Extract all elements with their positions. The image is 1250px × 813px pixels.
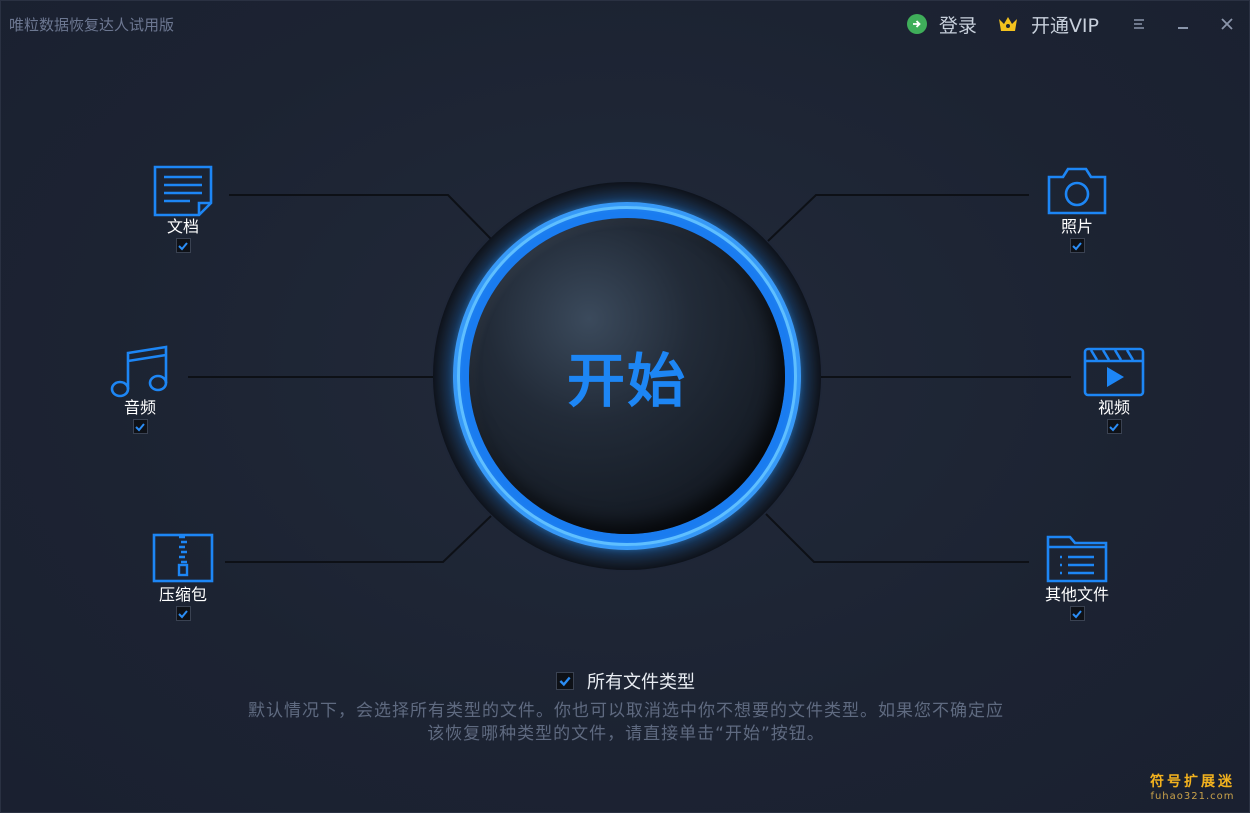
all-types-option[interactable]: 所有文件类型 (556, 668, 695, 694)
close-button[interactable] (1205, 1, 1249, 47)
filetype-other-label: 其他文件 (1044, 585, 1109, 604)
checkmark-icon (178, 241, 188, 250)
vip-label: 开通VIP (1030, 14, 1099, 37)
folder-icon (1045, 532, 1109, 586)
watermark: 符号扩展迷 fuhao321.com (1150, 771, 1235, 802)
minimize-button[interactable] (1161, 1, 1205, 47)
filetype-photo-label: 照片 (1060, 217, 1093, 236)
checkmark-icon (1072, 609, 1082, 618)
minimize-icon (1178, 27, 1188, 29)
checkmark-icon (135, 422, 145, 431)
menu-icon (1134, 19, 1144, 29)
checkmark-icon (178, 609, 188, 618)
filetype-audio-checkbox[interactable] (132, 419, 148, 434)
checkmark-icon (559, 676, 571, 687)
checkmark-icon (1109, 422, 1119, 431)
zip-archive-icon (151, 532, 215, 586)
checkmark-icon (1072, 241, 1082, 250)
filetype-video[interactable]: 视频 (1069, 345, 1159, 434)
app-window: 唯粒数据恢复达人试用版 登录 开通VIP 开始 文档 音频 压缩包 照片 视频 … (0, 0, 1250, 813)
filetype-other[interactable]: 其他文件 (1032, 532, 1122, 621)
titlebar-controls: 登录 开通VIP (906, 1, 1249, 47)
login-button[interactable]: 登录 (906, 11, 977, 38)
hint-line-1: 默认情况下，会选择所有类型的文件。你也可以取消选中你不想要的文件类型。如果您不确… (248, 701, 1004, 721)
filetype-photo-checkbox[interactable] (1069, 238, 1085, 253)
close-icon (1221, 18, 1233, 30)
filetype-video-label: 视频 (1097, 398, 1130, 417)
watermark-title: 符号扩展迷 (1150, 774, 1235, 790)
filetype-document-label: 文档 (166, 217, 199, 236)
filetype-archive-checkbox[interactable] (175, 606, 191, 621)
login-label: 登录 (938, 14, 977, 37)
hint-text: 默认情况下，会选择所有类型的文件。你也可以取消选中你不想要的文件类型。如果您不确… (201, 700, 1051, 746)
start-button[interactable]: 开始 (469, 218, 785, 534)
login-arrow-icon (906, 14, 927, 34)
filetype-video-checkbox[interactable] (1106, 419, 1122, 434)
menu-button[interactable] (1117, 1, 1161, 47)
vip-button[interactable]: 开通VIP (997, 11, 1099, 38)
start-label: 开始 (566, 347, 687, 415)
hint-line-2: 该恢复哪种类型的文件，请直接单击“开始”按钮。 (427, 724, 825, 744)
app-title: 唯粒数据恢复达人试用版 (9, 16, 175, 34)
document-icon (151, 164, 215, 218)
music-note-icon (108, 345, 172, 399)
filetype-audio-label: 音频 (123, 398, 156, 417)
filetype-archive[interactable]: 压缩包 (138, 532, 228, 621)
all-types-label: 所有文件类型 (587, 672, 695, 693)
video-clapper-icon (1082, 345, 1146, 399)
filetype-photo[interactable]: 照片 (1032, 164, 1122, 253)
watermark-url: fuhao321.com (1150, 791, 1235, 802)
filetype-document-checkbox[interactable] (175, 238, 191, 253)
filetype-other-checkbox[interactable] (1069, 606, 1085, 621)
camera-icon (1045, 164, 1109, 218)
crown-icon (997, 15, 1019, 33)
filetype-audio[interactable]: 音频 (95, 345, 185, 434)
filetype-archive-label: 压缩包 (158, 585, 207, 604)
all-types-checkbox[interactable] (556, 672, 574, 690)
filetype-document[interactable]: 文档 (138, 164, 228, 253)
